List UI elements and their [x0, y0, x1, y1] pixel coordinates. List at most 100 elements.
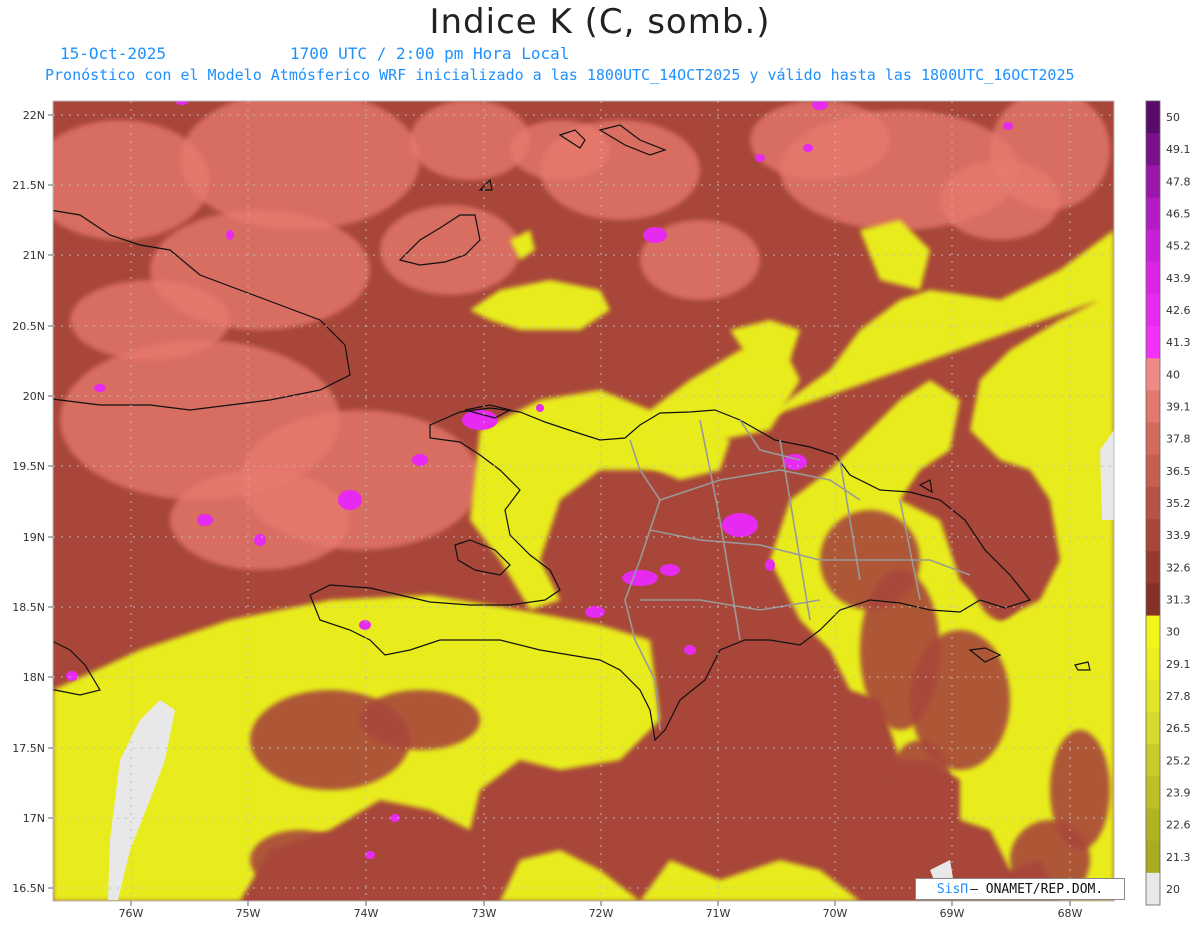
- latitude-label: 18N: [23, 671, 45, 684]
- latitude-label: 17N: [23, 812, 45, 825]
- longitude-label: 75W: [236, 907, 261, 920]
- colorbar-label: 39.1: [1166, 401, 1191, 414]
- k-contour-high: [970, 500, 1030, 620]
- sispi-logo-text: SisΠ: [936, 881, 969, 897]
- longitude-label: 70W: [823, 907, 848, 920]
- colorbar-swatch: [1146, 519, 1160, 552]
- longitude-label: 72W: [589, 907, 614, 920]
- k-contour-peak: [643, 227, 667, 243]
- latitude-label: 18.5N: [12, 601, 45, 614]
- k-contour-mid: [70, 280, 230, 360]
- colorbar-swatch: [1146, 133, 1160, 166]
- k-contour-peak: [536, 404, 544, 412]
- longitude-label: 68W: [1058, 907, 1083, 920]
- colorbar-label: 36.5: [1166, 465, 1191, 478]
- k-index-map: 22N 21.5N 21N 20.5N 20N 19.5N 19N 18.5N 18N 17.5N…: [12, 100, 1191, 920]
- colorbar-swatch: [1146, 390, 1160, 424]
- k-contour-mid: [410, 101, 530, 180]
- colorbar-label: 29.1: [1166, 658, 1191, 671]
- k-contour-mid: [380, 205, 520, 295]
- colorbar-label: 23.9: [1166, 786, 1191, 799]
- k-contour-peak: [765, 559, 775, 571]
- colorbar-swatch: [1146, 261, 1160, 295]
- k-contour-mid: [180, 101, 420, 230]
- k-contour-peak: [803, 144, 813, 152]
- colorbar-swatch: [1146, 808, 1160, 842]
- k-contour-peak: [722, 513, 758, 537]
- k-contour-peak: [684, 645, 696, 655]
- colorbar-label: 47.8: [1166, 175, 1191, 188]
- colorbar-swatch: [1146, 712, 1160, 745]
- latitude-label: 17.5N: [12, 742, 45, 755]
- map-title: Indice K (C, somb.): [429, 2, 771, 42]
- colorbar-swatch: [1146, 454, 1160, 488]
- k-contour-mid: [750, 101, 890, 180]
- latitude-label: 21.5N: [12, 179, 45, 192]
- colorbar-swatch: [1146, 647, 1160, 681]
- latitude-label: 22N: [23, 109, 45, 122]
- colorbar-label: 30: [1166, 626, 1180, 639]
- forecast-subtitle: Pronóstico con el Modelo Atmósferico WRF…: [45, 66, 1075, 84]
- colorbar-swatch: [1146, 229, 1160, 263]
- latitude-label: 19N: [23, 531, 45, 544]
- colorbar-label: 35.2: [1166, 497, 1191, 510]
- k-contour-high: [640, 750, 760, 850]
- k-contour-peak: [622, 570, 658, 586]
- latitude-label: 20.5N: [12, 320, 45, 333]
- colorbar-swatch: [1146, 615, 1160, 649]
- latitude-label: 16.5N: [12, 882, 45, 895]
- k-contour-high: [250, 830, 350, 890]
- k-contour-peak: [197, 514, 213, 526]
- colorbar-swatch: [1146, 776, 1160, 810]
- k-contour-peak: [755, 154, 765, 162]
- colorbar-label: 27.8: [1166, 690, 1191, 703]
- colorbar-swatch: [1146, 679, 1160, 713]
- colorbar-swatch: [1146, 165, 1160, 198]
- colorbar-label: 25.2: [1166, 754, 1191, 767]
- colorbar-swatch: [1146, 358, 1160, 391]
- k-index-field: [53, 101, 1114, 901]
- k-contour-peak: [94, 384, 106, 392]
- latitude-label: 21N: [23, 249, 45, 262]
- k-contour-high: [890, 740, 950, 820]
- k-contour-mid: [53, 120, 210, 240]
- colorbar-swatch: [1146, 422, 1160, 456]
- colorbar-label: 22.6: [1166, 819, 1191, 832]
- colorbar-swatch: [1146, 326, 1160, 359]
- k-contour-peak: [462, 410, 498, 430]
- forecast-time: 1700 UTC / 2:00 pm Hora Local: [290, 44, 570, 63]
- k-contour-peak: [66, 671, 78, 681]
- colorbar-label: 37.8: [1166, 433, 1191, 446]
- colorbar-swatch: [1146, 840, 1160, 874]
- colorbar-label: 42.6: [1166, 304, 1191, 317]
- k-contour-peak: [1003, 122, 1013, 130]
- credit-text: – ONAMET/REP.DOM.: [970, 881, 1104, 897]
- latitude-label: 20N: [23, 390, 45, 403]
- colorbar-label: 45.2: [1166, 240, 1191, 253]
- colorbar-swatch: [1146, 101, 1160, 134]
- k-contour-peak: [176, 101, 188, 105]
- colorbar-swatch: [1146, 197, 1160, 231]
- colorbar: 50 49.1 47.8 46.5 45.2 43.9 42.6 41.3 40 39.1 37.8…: [1145, 100, 1191, 906]
- colorbar-swatch: [1146, 293, 1160, 327]
- longitude-label: 71W: [706, 907, 731, 920]
- colorbar-label: 26.5: [1166, 722, 1191, 735]
- forecast-date: 15-Oct-2025: [60, 44, 166, 63]
- k-contour-high: [360, 690, 480, 750]
- colorbar-label: 41.3: [1166, 336, 1191, 349]
- colorbar-label: 49.1: [1166, 143, 1191, 156]
- k-contour-peak: [660, 564, 680, 576]
- k-contour-mid: [940, 160, 1060, 240]
- k-contour-peak: [359, 620, 371, 630]
- credit-box: SisΠ – ONAMET/REP.DOM.: [915, 878, 1125, 900]
- colorbar-label: 32.6: [1166, 561, 1191, 574]
- k-contour-peak: [254, 534, 266, 546]
- k-contour-mid: [510, 120, 610, 180]
- k-contour-peak: [338, 490, 362, 510]
- colorbar-label: 21.3: [1166, 851, 1191, 864]
- longitude-label: 76W: [119, 907, 144, 920]
- colorbar-swatch: [1146, 744, 1160, 777]
- longitude-label: 69W: [940, 907, 965, 920]
- longitude-label: 74W: [354, 907, 379, 920]
- k-contour-peak: [226, 230, 234, 240]
